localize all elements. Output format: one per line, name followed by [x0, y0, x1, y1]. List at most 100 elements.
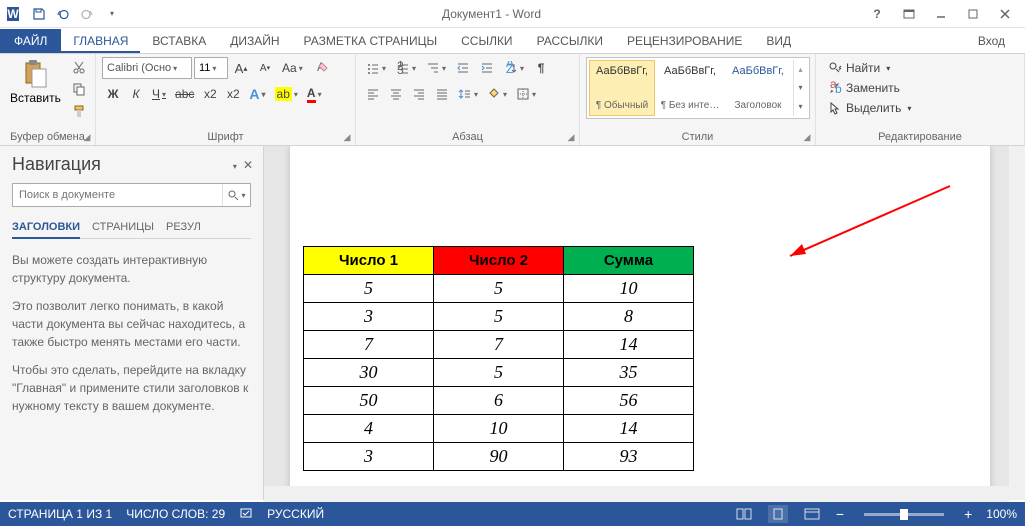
- tab-mailings[interactable]: РАССЫЛКИ: [525, 29, 615, 53]
- bold-icon[interactable]: Ж: [102, 83, 124, 105]
- styles-gallery[interactable]: АаБбВвГг, ¶ Обычный АаБбВвГг, ¶ Без инте…: [586, 57, 810, 119]
- nav-tab-pages[interactable]: СТРАНИЦЫ: [92, 217, 154, 238]
- page[interactable]: Число 1 Число 2 Сумма 551035877143053550…: [290, 146, 990, 500]
- nav-search[interactable]: [12, 183, 251, 207]
- decrease-indent-icon[interactable]: [452, 57, 474, 79]
- table-cell[interactable]: 14: [564, 331, 694, 359]
- table-cell[interactable]: 5: [434, 303, 564, 331]
- style-heading[interactable]: АаБбВвГг, Заголовок: [725, 60, 791, 116]
- table-row[interactable]: 7714: [304, 331, 694, 359]
- undo-icon[interactable]: [52, 3, 74, 25]
- table-cell[interactable]: 35: [564, 359, 694, 387]
- table-cell[interactable]: 8: [564, 303, 694, 331]
- replace-button[interactable]: abЗаменить: [826, 79, 1014, 97]
- table-cell[interactable]: 3: [304, 443, 434, 471]
- style-normal[interactable]: АаБбВвГг, ¶ Обычный: [589, 60, 655, 116]
- proofing-icon[interactable]: [239, 506, 253, 523]
- bullets-icon[interactable]: [362, 57, 390, 79]
- print-layout-icon[interactable]: [768, 505, 788, 523]
- multilevel-list-icon[interactable]: [422, 57, 450, 79]
- subscript-icon[interactable]: x2: [199, 83, 221, 105]
- horizontal-scrollbar[interactable]: [264, 486, 1009, 502]
- text-effects-icon[interactable]: A: [245, 83, 269, 105]
- justify-icon[interactable]: [431, 83, 453, 105]
- underline-icon[interactable]: Ч: [148, 83, 170, 105]
- vertical-scrollbar[interactable]: [1009, 146, 1025, 500]
- align-center-icon[interactable]: [385, 83, 407, 105]
- shading-icon[interactable]: [483, 83, 511, 105]
- tab-layout[interactable]: РАЗМЕТКА СТРАНИЦЫ: [292, 29, 450, 53]
- table-cell[interactable]: 5: [304, 275, 434, 303]
- zoom-in-icon[interactable]: +: [964, 506, 972, 522]
- table-row[interactable]: 358: [304, 303, 694, 331]
- zoom-out-icon[interactable]: −: [836, 506, 844, 522]
- ribbon-options-icon[interactable]: [897, 3, 921, 25]
- highlight-icon[interactable]: ab: [271, 83, 302, 105]
- copy-icon[interactable]: [69, 79, 89, 99]
- table-header[interactable]: Число 2: [434, 247, 564, 275]
- borders-icon[interactable]: [512, 83, 540, 105]
- table-cell[interactable]: 30: [304, 359, 434, 387]
- tab-review[interactable]: РЕЦЕНЗИРОВАНИЕ: [615, 29, 754, 53]
- show-marks-icon[interactable]: ¶: [530, 57, 552, 79]
- styles-scroll[interactable]: ▴ ▾ ▾: [793, 60, 807, 116]
- grow-font-icon[interactable]: A▴: [230, 57, 252, 79]
- styles-launcher-icon[interactable]: ◢: [801, 131, 813, 143]
- tab-view[interactable]: ВИД: [754, 29, 803, 53]
- language-status[interactable]: РУССКИЙ: [267, 507, 324, 521]
- table-cell[interactable]: 5: [434, 275, 564, 303]
- style-no-spacing[interactable]: АаБбВвГг, ¶ Без инте…: [657, 60, 723, 116]
- paste-button[interactable]: Вставить: [6, 57, 65, 107]
- table-cell[interactable]: 6: [434, 387, 564, 415]
- align-left-icon[interactable]: [362, 83, 384, 105]
- save-icon[interactable]: [28, 3, 50, 25]
- redo-icon[interactable]: [76, 3, 98, 25]
- nav-tab-headings[interactable]: ЗАГОЛОВКИ: [12, 217, 80, 239]
- table-cell[interactable]: 10: [434, 415, 564, 443]
- help-icon[interactable]: ?: [865, 3, 889, 25]
- table-cell[interactable]: 3: [304, 303, 434, 331]
- tab-design[interactable]: ДИЗАЙН: [218, 29, 291, 53]
- table-cell[interactable]: 90: [434, 443, 564, 471]
- sort-icon[interactable]: AZ: [500, 57, 528, 79]
- data-table[interactable]: Число 1 Число 2 Сумма 551035877143053550…: [303, 246, 694, 471]
- paragraph-launcher-icon[interactable]: ◢: [565, 131, 577, 143]
- web-layout-icon[interactable]: [802, 505, 822, 523]
- font-name-combo[interactable]: Calibri (Осно: [102, 57, 192, 79]
- close-icon[interactable]: [993, 3, 1017, 25]
- table-row[interactable]: 41014: [304, 415, 694, 443]
- increase-indent-icon[interactable]: [476, 57, 498, 79]
- table-cell[interactable]: 50: [304, 387, 434, 415]
- page-status[interactable]: СТРАНИЦА 1 ИЗ 1: [8, 507, 112, 521]
- tab-home[interactable]: ГЛАВНАЯ: [61, 29, 140, 53]
- nav-menu-icon[interactable]: [231, 158, 237, 172]
- font-color-icon[interactable]: A: [303, 83, 326, 105]
- clipboard-launcher-icon[interactable]: ◢: [81, 131, 93, 143]
- nav-tab-results[interactable]: РЕЗУЛ: [166, 217, 201, 238]
- font-launcher-icon[interactable]: ◢: [341, 131, 353, 143]
- table-cell[interactable]: 14: [564, 415, 694, 443]
- table-cell[interactable]: 7: [434, 331, 564, 359]
- tab-references[interactable]: ССЫЛКИ: [449, 29, 524, 53]
- table-header[interactable]: Число 1: [304, 247, 434, 275]
- line-spacing-icon[interactable]: [454, 83, 482, 105]
- table-row[interactable]: 5510: [304, 275, 694, 303]
- table-cell[interactable]: 7: [304, 331, 434, 359]
- clear-formatting-icon[interactable]: A: [309, 57, 333, 79]
- word-count[interactable]: ЧИСЛО СЛОВ: 29: [126, 507, 225, 521]
- table-cell[interactable]: 93: [564, 443, 694, 471]
- minimize-icon[interactable]: [929, 3, 953, 25]
- search-icon[interactable]: [222, 184, 250, 206]
- format-painter-icon[interactable]: [69, 101, 89, 121]
- change-case-icon[interactable]: Aa: [278, 57, 307, 79]
- table-cell[interactable]: 56: [564, 387, 694, 415]
- strikethrough-icon[interactable]: abc: [171, 83, 198, 105]
- shrink-font-icon[interactable]: A▾: [254, 57, 276, 79]
- italic-icon[interactable]: К: [125, 83, 147, 105]
- qat-customize-icon[interactable]: [100, 3, 122, 25]
- table-cell[interactable]: 5: [434, 359, 564, 387]
- tab-file[interactable]: ФАЙЛ: [0, 29, 61, 53]
- superscript-icon[interactable]: x2: [222, 83, 244, 105]
- zoom-slider[interactable]: [864, 513, 944, 516]
- nav-close-icon[interactable]: ✕: [243, 158, 253, 172]
